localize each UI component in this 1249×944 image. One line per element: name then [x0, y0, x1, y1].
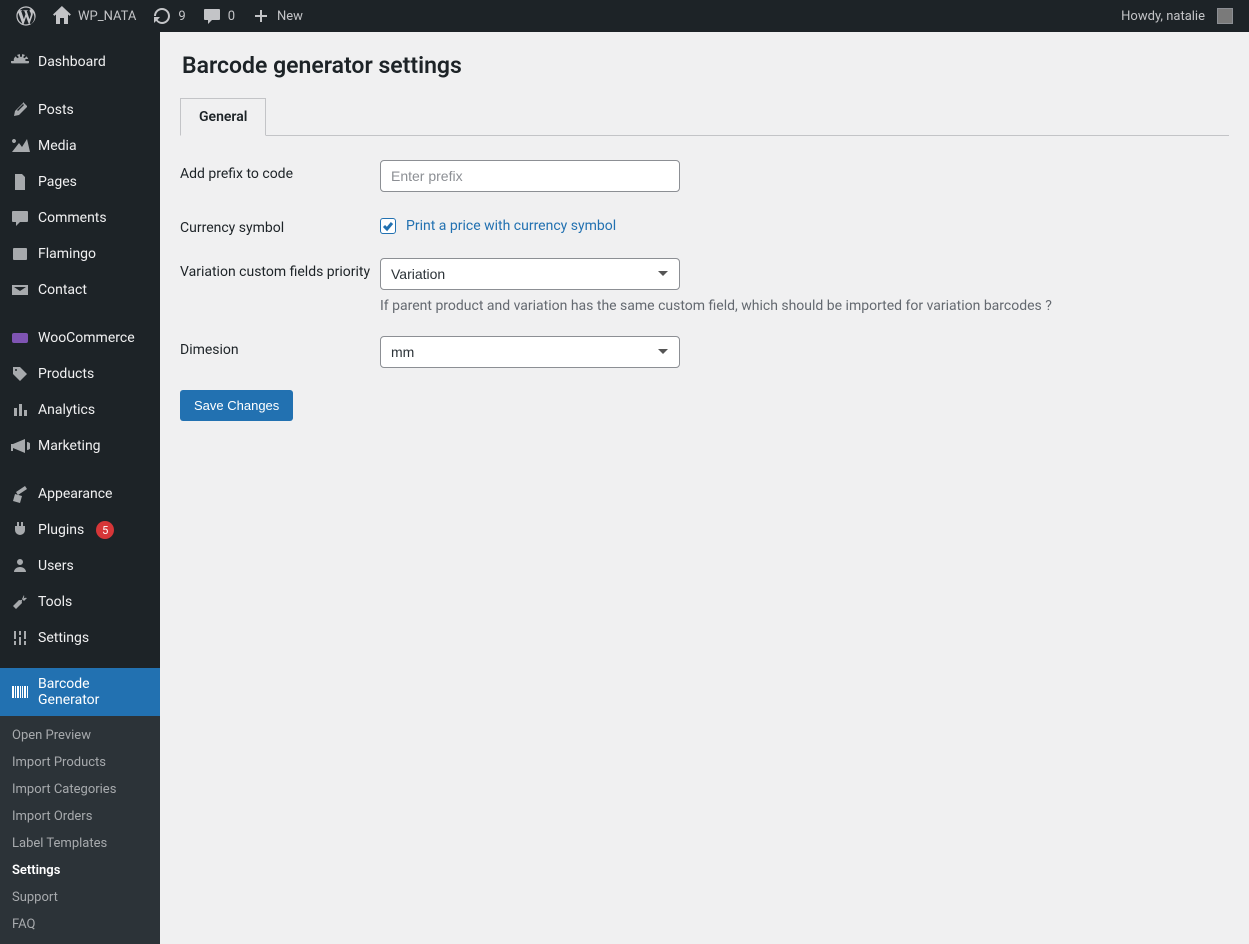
sidebar-item-posts[interactable]: Posts	[0, 92, 160, 128]
menu-label: Products	[38, 366, 94, 382]
tools-icon	[10, 592, 30, 612]
admin-sidebar: Dashboard Posts Media Pages Comments Fla…	[0, 32, 160, 944]
tab-general[interactable]: General	[180, 98, 266, 136]
new-label: New	[277, 9, 303, 24]
sidebar-item-tools[interactable]: Tools	[0, 584, 160, 620]
plugins-icon	[10, 520, 30, 540]
sidebar-item-users[interactable]: Users	[0, 548, 160, 584]
comments-link[interactable]: 0	[194, 0, 243, 32]
marketing-icon	[10, 436, 30, 456]
submenu-settings[interactable]: Settings	[0, 857, 160, 884]
dimension-select[interactable]: mm	[380, 336, 680, 368]
barcode-submenu: Open Preview Import Products Import Cate…	[0, 716, 160, 944]
sidebar-item-settings[interactable]: Settings	[0, 620, 160, 656]
menu-label: Analytics	[38, 402, 95, 418]
sidebar-item-analytics[interactable]: Analytics	[0, 392, 160, 428]
updates-count: 9	[178, 9, 185, 24]
products-icon	[10, 364, 30, 384]
menu-label: Plugins	[38, 522, 84, 538]
update-icon	[152, 6, 172, 26]
menu-label: Comments	[38, 210, 107, 226]
sidebar-item-comments[interactable]: Comments	[0, 200, 160, 236]
media-icon	[10, 136, 30, 156]
menu-label: Dashboard	[38, 54, 106, 70]
menu-label: Users	[38, 558, 74, 574]
pages-icon	[10, 172, 30, 192]
dimension-label: Dimesion	[180, 336, 380, 358]
howdy-text: Howdy, natalie	[1121, 9, 1205, 24]
sidebar-item-products[interactable]: Products	[0, 356, 160, 392]
submenu-faq[interactable]: FAQ	[0, 911, 160, 938]
submenu-import-categories[interactable]: Import Categories	[0, 776, 160, 803]
prefix-input[interactable]	[380, 160, 680, 192]
main-content: Barcode generator settings General Add p…	[160, 32, 1249, 944]
sidebar-item-media[interactable]: Media	[0, 128, 160, 164]
prefix-label: Add prefix to code	[180, 160, 380, 182]
variation-label: Variation custom fields priority	[180, 258, 380, 280]
menu-label: WooCommerce	[38, 330, 135, 346]
currency-checkbox[interactable]	[380, 218, 396, 234]
analytics-icon	[10, 400, 30, 420]
menu-label: Barcode Generator	[38, 676, 150, 708]
contact-icon	[10, 280, 30, 300]
woocommerce-icon	[10, 328, 30, 348]
settings-icon	[10, 628, 30, 648]
menu-label: Flamingo	[38, 246, 96, 262]
avatar	[1217, 8, 1233, 24]
site-name: WP_NATA	[78, 9, 136, 24]
variation-help: If parent product and variation has the …	[380, 298, 1229, 314]
menu-label: Pages	[38, 174, 77, 190]
wordpress-logo[interactable]	[8, 0, 44, 32]
comments-count: 0	[228, 9, 235, 24]
submenu-support[interactable]: Support	[0, 884, 160, 911]
submenu-open-preview[interactable]: Open Preview	[0, 722, 160, 749]
menu-label: Media	[38, 138, 77, 154]
menu-label: Settings	[38, 630, 89, 646]
sidebar-item-plugins[interactable]: Plugins 5	[0, 512, 160, 548]
submenu-import-products[interactable]: Import Products	[0, 749, 160, 776]
sidebar-item-marketing[interactable]: Marketing	[0, 428, 160, 464]
submenu-import-orders[interactable]: Import Orders	[0, 803, 160, 830]
appearance-icon	[10, 484, 30, 504]
sidebar-item-flamingo[interactable]: Flamingo	[0, 236, 160, 272]
home-icon	[52, 6, 72, 26]
dashboard-icon	[10, 52, 30, 72]
menu-label: Appearance	[38, 486, 112, 502]
flamingo-icon	[10, 244, 30, 264]
updates-link[interactable]: 9	[144, 0, 193, 32]
barcode-icon	[10, 682, 30, 702]
comment-icon	[202, 6, 222, 26]
comments-icon	[10, 208, 30, 228]
sidebar-item-contact[interactable]: Contact	[0, 272, 160, 308]
page-title: Barcode generator settings	[182, 52, 1229, 79]
wordpress-icon	[16, 6, 36, 26]
submenu-label-templates[interactable]: Label Templates	[0, 830, 160, 857]
users-icon	[10, 556, 30, 576]
menu-label: Posts	[38, 102, 74, 118]
menu-label: Tools	[38, 594, 72, 610]
save-button[interactable]: Save Changes	[180, 390, 293, 421]
site-name-link[interactable]: WP_NATA	[44, 0, 144, 32]
sidebar-item-pages[interactable]: Pages	[0, 164, 160, 200]
posts-icon	[10, 100, 30, 120]
menu-label: Contact	[38, 282, 87, 298]
sidebar-item-appearance[interactable]: Appearance	[0, 476, 160, 512]
plus-icon	[251, 6, 271, 26]
menu-label: Marketing	[38, 438, 101, 454]
tabs: General	[180, 97, 1229, 136]
admin-bar: WP_NATA 9 0 New Howdy, natalie	[0, 0, 1249, 32]
currency-label: Currency symbol	[180, 214, 380, 236]
sidebar-item-dashboard[interactable]: Dashboard	[0, 44, 160, 80]
sidebar-item-woocommerce[interactable]: WooCommerce	[0, 320, 160, 356]
new-link[interactable]: New	[243, 0, 311, 32]
variation-select[interactable]: Variation	[380, 258, 680, 290]
currency-checkbox-label[interactable]: Print a price with currency symbol	[406, 218, 616, 234]
sidebar-item-barcode[interactable]: Barcode Generator	[0, 668, 160, 716]
account-link[interactable]: Howdy, natalie	[1113, 0, 1241, 32]
plugins-badge: 5	[96, 521, 114, 539]
